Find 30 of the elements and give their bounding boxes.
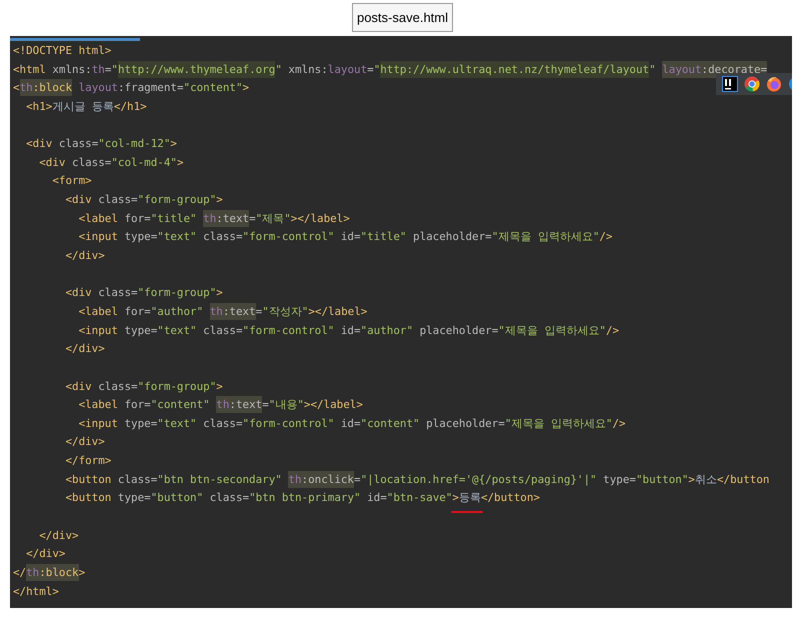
code-line: <label for="content" th:text="내용"></label>: [78, 396, 364, 415]
code-line: <input type="text" class="form-control" id="content" placeholder="제목을 입력하세요"/>: [78, 416, 627, 432]
code-line: <label for="title" th:text="제목"></label>: [78, 210, 351, 228]
code-line: </div>: [64, 434, 106, 450]
code-line: <div class="col-md-4">: [38, 154, 184, 171]
code-line: <input type="text" class="form-control" id="author" placeholder="제목을 입력하세요"/>: [78, 322, 620, 339]
code-line: <button type="button" class="btn btn-primary" id="btn-save">등록</button>: [10, 489, 792, 508]
code-line: <input type="text" class="form-control" id="title" placeholder="제목을 입력하세요"/>: [78, 229, 614, 246]
code-line: </div>: [64, 341, 106, 358]
code-line: </div>: [38, 528, 80, 544]
code-line: <html xmlns:th="http://www.thymeleaf.org" xmlns:layout="http://www.ultraq.net.nz/thymeleaf/layout" layout:decorate=: [12, 60, 768, 80]
browser-icon[interactable]: [766, 76, 782, 92]
code-line: <div class="form-group">: [64, 378, 224, 395]
code-line: </th:block>: [12, 564, 86, 583]
code-line: <!DOCTYPE html>: [12, 43, 112, 59]
code-line: <button class="btn btn-secondary" th:onclick="|location.href='@{/posts/paging}'|" type="button">취소</button: [64, 470, 770, 490]
file-title: posts-save.html: [352, 3, 454, 32]
code-line: </form>: [64, 453, 112, 470]
annotation-underline: [450, 511, 483, 514]
code-line: <div class="form-group">: [64, 285, 224, 302]
code-line: </div>: [64, 248, 106, 264]
code-line: <h1>게시글 등록</h1>: [25, 98, 148, 115]
code-line: <label for="author" th:text="작성자"></label>: [78, 302, 368, 322]
code-line: </div>: [25, 546, 66, 562]
code-line: <div class="form-group">: [64, 192, 224, 208]
code-line: </html>: [12, 584, 60, 600]
code-line: <form>: [51, 173, 93, 190]
app-icon[interactable]: [722, 76, 738, 92]
browser-icon[interactable]: [744, 76, 760, 92]
code-line: <div class="col-md-12">: [25, 136, 178, 152]
